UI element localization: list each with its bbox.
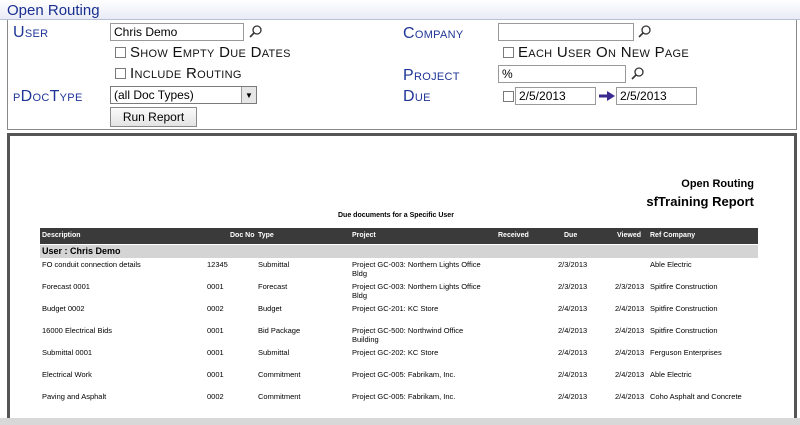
row-docno: 0001 bbox=[207, 370, 224, 379]
row-ref-company: Able Electric bbox=[650, 370, 692, 379]
user-input[interactable]: Chris Demo bbox=[110, 23, 244, 41]
row-viewed: 2/4/2013 bbox=[615, 348, 645, 357]
due-label: Due bbox=[403, 88, 431, 105]
row-due: 2/3/2013 bbox=[558, 260, 588, 269]
show-empty-due-dates-row: Show Empty Due Dates bbox=[115, 44, 291, 61]
row-docno: 12345 bbox=[207, 260, 228, 269]
row-due: 2/4/2013 bbox=[558, 370, 588, 379]
project-input[interactable]: % bbox=[498, 65, 626, 83]
row-docno: 0002 bbox=[207, 304, 224, 313]
row-docno: 0001 bbox=[207, 348, 224, 357]
each-user-new-page-label: Each User On New Page bbox=[518, 44, 690, 61]
col-received: Received bbox=[498, 232, 529, 239]
row-description: Paving and Asphalt bbox=[42, 392, 107, 401]
row-description: Budget 0002 bbox=[42, 304, 85, 313]
report-caption: Due documents for a Specific User bbox=[338, 212, 454, 219]
row-project: Project GC-003: Northern Lights Office B… bbox=[352, 260, 481, 278]
row-viewed: 2/4/2013 bbox=[615, 392, 645, 401]
user-label: User bbox=[13, 24, 49, 41]
row-viewed: 2/4/2013 bbox=[615, 370, 645, 379]
col-description: Description bbox=[42, 232, 81, 239]
row-project: Project GC-005: Fabrikam, Inc. bbox=[352, 392, 456, 401]
pdoctype-label: pDocType bbox=[13, 88, 83, 105]
report-viewer: Open Routing sfTraining Report Due docum… bbox=[7, 133, 797, 418]
each-user-new-page-checkbox[interactable] bbox=[503, 47, 514, 58]
row-project: Project GC-202: KC Store bbox=[352, 348, 439, 357]
row-type: Commitment bbox=[258, 392, 301, 401]
pdoctype-select[interactable]: (all Doc Types) ▼ bbox=[110, 86, 257, 104]
show-empty-due-dates-checkbox[interactable] bbox=[115, 47, 126, 58]
row-project: Project GC-500: Northwind Office Buildin… bbox=[352, 326, 464, 344]
row-project: Project GC-201: KC Store bbox=[352, 304, 439, 313]
row-ref-company: Ferguson Enterprises bbox=[650, 348, 722, 357]
row-description: Forecast 0001 bbox=[42, 282, 90, 291]
row-ref-company: Able Electric bbox=[650, 260, 692, 269]
col-viewed: Viewed bbox=[617, 232, 641, 239]
col-due: Due bbox=[564, 232, 578, 239]
row-type: Commitment bbox=[258, 370, 301, 379]
row-description: 16000 Electrical Bids bbox=[42, 326, 113, 335]
company-label: Company bbox=[403, 25, 464, 42]
project-label: Project bbox=[403, 67, 460, 84]
user-lookup-magnifier-icon[interactable] bbox=[249, 25, 263, 39]
row-due: 2/4/2013 bbox=[558, 392, 588, 401]
due-to-input[interactable]: 2/5/2013 bbox=[616, 87, 697, 105]
row-viewed: 2/4/2013 bbox=[615, 304, 645, 313]
row-description: Submittal 0001 bbox=[42, 348, 93, 357]
row-due: 2/3/2013 bbox=[558, 282, 588, 291]
row-project: Project GC-003: Northern Lights Office B… bbox=[352, 282, 481, 300]
row-viewed: 2/4/2013 bbox=[615, 326, 645, 335]
bottom-scrollbar[interactable] bbox=[0, 418, 800, 425]
col-docno: Doc No bbox=[230, 232, 255, 239]
chevron-down-icon[interactable]: ▼ bbox=[241, 87, 256, 103]
row-type: Submittal bbox=[258, 348, 290, 357]
project-lookup-magnifier-icon[interactable] bbox=[631, 67, 645, 81]
page-title: Open Routing bbox=[7, 2, 100, 19]
due-enable-checkbox[interactable] bbox=[503, 91, 514, 102]
title-bar: Open Routing bbox=[0, 0, 800, 20]
due-from-input[interactable]: 2/5/2013 bbox=[515, 87, 596, 105]
group-header: User : Chris Demo bbox=[40, 245, 758, 258]
company-input[interactable] bbox=[498, 23, 634, 41]
report-title: Open Routing bbox=[681, 178, 754, 190]
report-subtitle: sfTraining Report bbox=[646, 194, 754, 209]
company-lookup-magnifier-icon[interactable] bbox=[638, 25, 652, 39]
row-type: Submittal bbox=[258, 260, 290, 269]
row-due: 2/4/2013 bbox=[558, 304, 588, 313]
include-routing-checkbox[interactable] bbox=[115, 68, 126, 79]
row-due: 2/4/2013 bbox=[558, 326, 588, 335]
arrow-right-icon bbox=[599, 91, 615, 101]
row-docno: 0001 bbox=[207, 326, 224, 335]
pdoctype-selected-value: (all Doc Types) bbox=[114, 88, 194, 102]
col-type: Type bbox=[258, 232, 274, 239]
criteria-panel: User Chris Demo Show Empty Due Dates Inc… bbox=[7, 20, 797, 130]
row-ref-company: Spitfire Construction bbox=[650, 326, 718, 335]
row-viewed: 2/3/2013 bbox=[615, 282, 645, 291]
row-type: Forecast bbox=[258, 282, 288, 291]
row-ref-company: Coho Asphalt and Concrete bbox=[650, 392, 742, 401]
row-ref-company: Spitfire Construction bbox=[650, 282, 718, 291]
col-ref-company: Ref Company bbox=[650, 232, 696, 239]
row-project: Project GC-005: Fabrikam, Inc. bbox=[352, 370, 456, 379]
show-empty-due-dates-label: Show Empty Due Dates bbox=[130, 44, 291, 61]
row-type: Budget bbox=[258, 304, 282, 313]
row-description: FO conduit connection details bbox=[42, 260, 141, 269]
col-project: Project bbox=[352, 232, 376, 239]
include-routing-row: Include Routing bbox=[115, 65, 242, 82]
row-ref-company: Spitfire Construction bbox=[650, 304, 718, 313]
row-docno: 0001 bbox=[207, 282, 224, 291]
report-table-header: Description Doc No Type Project Received… bbox=[40, 228, 758, 244]
row-type: Bid Package bbox=[258, 326, 301, 335]
include-routing-label: Include Routing bbox=[130, 65, 242, 82]
row-due: 2/4/2013 bbox=[558, 348, 588, 357]
row-docno: 0002 bbox=[207, 392, 224, 401]
each-user-new-page-row: Each User On New Page bbox=[503, 44, 689, 61]
row-description: Electrical Work bbox=[42, 370, 92, 379]
run-report-button[interactable]: Run Report bbox=[110, 107, 197, 127]
